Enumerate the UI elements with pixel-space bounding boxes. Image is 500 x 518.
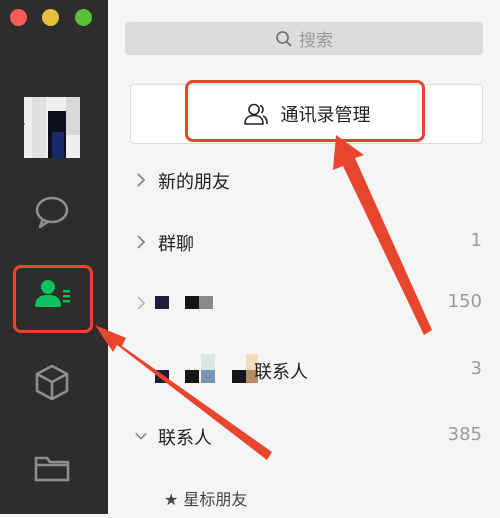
search-input[interactable]: 搜索 xyxy=(125,22,483,55)
list-item-count: 3 xyxy=(470,358,482,379)
avatar[interactable] xyxy=(24,97,80,158)
zoom-window-button[interactable] xyxy=(75,9,92,26)
contacts-panel: 搜索 通讯录管理 新的朋友 群聊 1 150 联系人 3 联系人 385 ★ 星… xyxy=(108,0,500,514)
chevron-down-icon xyxy=(135,432,147,440)
redacted-block xyxy=(185,296,199,309)
redacted-block xyxy=(155,370,169,383)
list-item-count: 385 xyxy=(447,424,482,445)
list-item-label: 联系人 xyxy=(158,428,212,449)
redacted-block xyxy=(185,370,199,383)
box-icon[interactable] xyxy=(30,360,74,404)
folder-icon[interactable] xyxy=(30,446,74,490)
list-item-count: 1 xyxy=(470,230,482,251)
search-placeholder: 搜索 xyxy=(299,31,333,51)
search-icon xyxy=(276,30,292,47)
list-item-label: 新的朋友 xyxy=(158,172,230,193)
list-item-contacts[interactable]: 联系人 385 xyxy=(108,416,500,456)
chevron-right-icon xyxy=(137,296,146,310)
list-item-blurred-1[interactable]: 150 xyxy=(108,283,500,323)
list-item-count: 150 xyxy=(447,291,482,312)
chevron-right-icon xyxy=(137,235,146,249)
list-item-starred-friends[interactable]: ★ 星标朋友 xyxy=(108,478,500,518)
list-item-label: 群聊 xyxy=(158,234,194,255)
redacted-block xyxy=(201,370,215,383)
list-item-group-chats[interactable]: 群聊 1 xyxy=(108,222,500,262)
list-item-label: 联系人 xyxy=(254,362,308,383)
contacts-highlight-box xyxy=(13,265,93,333)
avatar-indicator xyxy=(18,118,25,130)
sidebar xyxy=(0,0,108,514)
close-window-button[interactable] xyxy=(10,9,27,26)
minimize-window-button[interactable] xyxy=(42,9,59,26)
list-item-label: ★ 星标朋友 xyxy=(164,490,248,509)
redacted-block xyxy=(199,296,213,309)
chevron-right-icon xyxy=(137,173,146,187)
manage-highlight-box xyxy=(185,80,425,142)
list-item-new-friends[interactable]: 新的朋友 xyxy=(108,160,500,200)
chat-icon[interactable] xyxy=(30,190,74,234)
redacted-block xyxy=(155,296,169,309)
redacted-block xyxy=(232,370,246,383)
list-item-blurred-2[interactable]: 联系人 3 xyxy=(108,350,500,390)
